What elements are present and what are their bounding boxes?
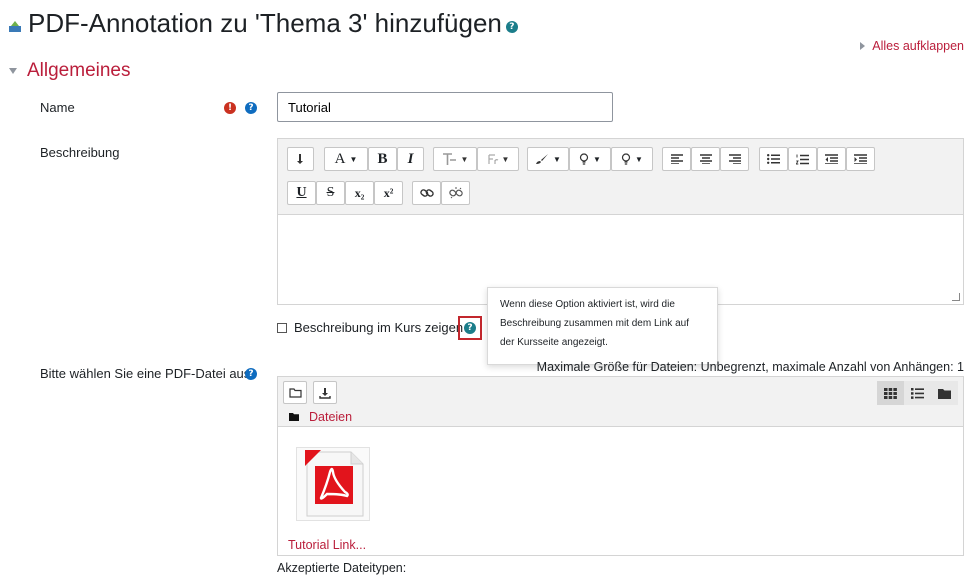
name-input[interactable] <box>277 92 613 122</box>
page-title-text: PDF-Annotation zu 'Thema 3' hinzufügen <box>28 8 502 38</box>
section-header-general[interactable]: Allgemeines <box>9 60 131 82</box>
dropdown-caret-icon: ▼ <box>349 154 358 164</box>
link-icon <box>419 189 434 197</box>
tooltip-text: Wenn diese Option aktiviert ist, wird di… <box>500 299 689 348</box>
strikethrough-button[interactable]: S <box>316 181 345 205</box>
description-editor: A ▼ B I ▼ ▼ ▼ ▼ ▼ U S x₂ x² <box>277 138 964 305</box>
text-style-icon <box>442 153 456 165</box>
dropdown-caret-icon: ▼ <box>553 154 561 164</box>
file-label: Bitte wählen Sie eine PDF-Datei aus. <box>40 366 254 381</box>
dropdown-caret-icon: ▼ <box>635 154 643 164</box>
align-center-icon <box>699 154 712 164</box>
bullet-list-icon <box>767 154 780 164</box>
caret-right-icon <box>860 42 866 50</box>
italic-label: I <box>407 150 414 167</box>
align-right-icon <box>728 154 741 164</box>
outdent-icon <box>825 154 838 164</box>
expand-all-label: Alles aufklappen <box>872 39 964 53</box>
download-icon <box>319 387 331 399</box>
outdent-button[interactable] <box>817 147 846 171</box>
show-description-row: Beschreibung im Kurs zeigen <box>277 320 463 335</box>
show-description-help-highlight[interactable]: ? <box>458 316 482 340</box>
breadcrumb-files-link[interactable]: Dateien <box>309 410 352 424</box>
font-size-button[interactable]: A ▼ <box>324 147 368 171</box>
grid-view-icon <box>884 387 897 399</box>
align-right-button[interactable] <box>720 147 749 171</box>
strikethrough-label: S <box>326 185 335 200</box>
superscript-button[interactable]: x² <box>374 181 403 205</box>
lightbulb-icon <box>579 153 589 165</box>
view-icons-button[interactable] <box>877 381 904 405</box>
align-left-icon <box>670 154 683 164</box>
unlink-icon <box>448 187 463 199</box>
page-title: PDF-Annotation zu 'Thema 3' hinzufügen ? <box>8 8 518 39</box>
file-help-icon[interactable]: ? <box>245 368 257 380</box>
accepted-types-label: Akzeptierte Dateitypen: <box>277 561 407 575</box>
dropdown-caret-icon: ▼ <box>460 154 469 164</box>
pdf-file-icon <box>305 450 364 517</box>
editor-toolbar: A ▼ B I ▼ ▼ ▼ ▼ ▼ U S x₂ x² <box>278 139 963 215</box>
view-tree-button[interactable] <box>931 381 958 405</box>
file-name-link[interactable]: Tutorial Link... <box>288 538 366 552</box>
indent-button[interactable] <box>846 147 875 171</box>
underline-label: U <box>296 185 307 200</box>
required-icon: ! <box>224 102 236 114</box>
caret-down-icon <box>9 68 17 74</box>
show-description-checkbox[interactable] <box>277 322 287 333</box>
list-view-icon <box>911 387 924 399</box>
max-size-info: Maximale Größe für Dateien: Unbegrenzt, … <box>536 360 964 374</box>
folder-outline-icon <box>288 388 302 398</box>
arrow-down-icon <box>296 154 303 164</box>
text-style-button[interactable]: ▼ <box>433 147 477 171</box>
dropdown-caret-icon: ▼ <box>501 154 510 164</box>
file-manager-toolbar: Dateien <box>278 377 963 427</box>
bold-label: B <box>377 150 388 167</box>
view-list-button[interactable] <box>904 381 931 405</box>
folder-icon <box>938 388 951 399</box>
file-thumbnail[interactable] <box>296 447 370 521</box>
help-tooltip: Wenn diese Option aktiviert ist, wird di… <box>487 287 718 365</box>
folder-icon <box>289 413 299 421</box>
lightbulb-icon <box>621 153 631 165</box>
unlink-button[interactable] <box>441 181 470 205</box>
resize-handle-icon[interactable] <box>952 293 960 301</box>
name-label: Name <box>40 100 75 115</box>
text-color-button[interactable]: ▼ <box>569 147 611 171</box>
description-label: Beschreibung <box>40 145 120 160</box>
indent-icon <box>854 154 867 164</box>
help-icon[interactable]: ? <box>505 20 518 33</box>
superscript-label: x² <box>383 185 394 200</box>
ordered-list-button[interactable] <box>788 147 817 171</box>
plugin-logo-icon <box>9 20 21 32</box>
align-left-button[interactable] <box>662 147 691 171</box>
font-size-label: A <box>334 150 346 167</box>
show-description-label: Beschreibung im Kurs zeigen <box>294 320 464 335</box>
underline-button[interactable]: U <box>287 181 316 205</box>
font-family-button[interactable]: ▼ <box>477 147 519 171</box>
style-brush-button[interactable]: ▼ <box>527 147 569 171</box>
create-folder-button[interactable] <box>283 381 307 404</box>
italic-button[interactable]: I <box>397 147 424 171</box>
bold-button[interactable]: B <box>368 147 397 171</box>
subscript-label: x₂ <box>354 185 365 200</box>
numbered-list-icon <box>796 154 809 164</box>
download-button[interactable] <box>313 381 337 404</box>
file-manager: Dateien Tutorial Link... <box>277 376 964 556</box>
link-button[interactable] <box>412 181 441 205</box>
section-title: Allgemeines <box>27 60 131 81</box>
font-family-icon <box>487 154 498 164</box>
name-help-icon[interactable]: ? <box>245 102 257 114</box>
background-color-button[interactable]: ▼ <box>611 147 653 171</box>
toolbar-toggle-button[interactable] <box>287 147 314 171</box>
dropdown-caret-icon: ▼ <box>593 154 601 164</box>
align-center-button[interactable] <box>691 147 720 171</box>
brush-icon <box>536 154 549 164</box>
breadcrumb: Dateien <box>289 410 352 424</box>
expand-all-link[interactable]: Alles aufklappen <box>860 39 964 53</box>
show-description-help-icon[interactable]: ? <box>464 322 476 334</box>
subscript-button[interactable]: x₂ <box>345 181 374 205</box>
unordered-list-button[interactable] <box>759 147 788 171</box>
